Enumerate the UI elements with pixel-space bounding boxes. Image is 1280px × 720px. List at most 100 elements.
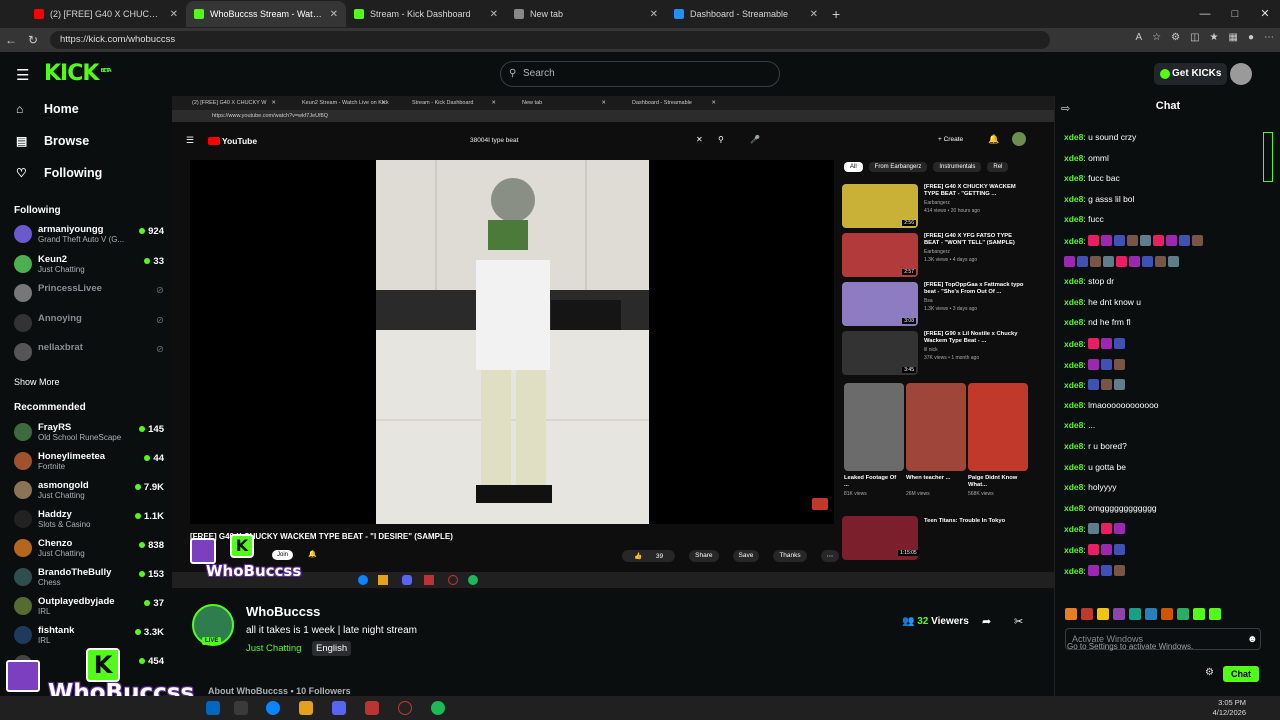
start-icon[interactable]	[206, 701, 220, 715]
browser-tab[interactable]: New tab ✕	[506, 1, 666, 27]
emoji-icon[interactable]: ☻	[1247, 634, 1258, 645]
profile-icon[interactable]: ●	[1248, 32, 1254, 43]
chat-username[interactable]: xde8	[1064, 132, 1083, 142]
chat-username[interactable]: xde8	[1064, 441, 1083, 451]
chat-username[interactable]: xde8	[1064, 503, 1083, 513]
sidebar-channel[interactable]: Haddzy Slots & Casino 1.1K	[14, 508, 164, 532]
browser-tab[interactable]: Dashboard - Streamable ✕	[666, 1, 826, 27]
tab-close-icon[interactable]: ✕	[324, 9, 338, 20]
chat-username[interactable]: xde8	[1064, 420, 1083, 430]
split-screen-icon[interactable]: ◫	[1190, 32, 1199, 43]
sidebar-channel[interactable]: FrayRS Old School RuneScape 145	[14, 421, 164, 445]
minimize-button[interactable]: —	[1190, 0, 1220, 28]
sidebar-channel[interactable]: Annoying ⊘	[14, 312, 164, 336]
emote-picker-icon[interactable]	[1145, 608, 1157, 620]
emote-picker-icon[interactable]	[1081, 608, 1093, 620]
tab-close-icon[interactable]: ✕	[644, 9, 658, 20]
new-tab-button[interactable]: +	[832, 6, 840, 22]
menu-icon[interactable]: ☰	[16, 66, 29, 84]
chat-username[interactable]: xde8	[1064, 339, 1083, 349]
chat-username[interactable]: xde8	[1064, 173, 1083, 183]
sidebar-channel[interactable]: asmongold Just Chatting 7.9K	[14, 479, 164, 503]
channel-name[interactable]: WhoBuccss	[246, 604, 320, 619]
chat-username[interactable]: xde8	[1064, 524, 1083, 534]
chat-username[interactable]: xde8	[1064, 317, 1083, 327]
sidebar-channel[interactable]: Keun2 Just Chatting 33	[14, 253, 164, 277]
emote-picker-icon[interactable]	[1193, 608, 1205, 620]
channel-viewers: 838	[139, 540, 164, 551]
chat-username[interactable]: xde8	[1064, 566, 1083, 576]
chat-username[interactable]: xde8	[1064, 482, 1083, 492]
tab-close-icon[interactable]: ✕	[484, 9, 498, 20]
browser-tab[interactable]: (2) [FREE] G40 X CHUCKY WACKE✕	[26, 1, 186, 27]
share-icon[interactable]: ➦	[982, 615, 991, 628]
stream-player[interactable]: (2) [FREE] G40 X CHUCKY W ✕ Keun2 Stream -…	[172, 96, 1054, 592]
chat-username[interactable]: xde8	[1064, 236, 1083, 246]
channel-viewers: 44	[144, 453, 164, 464]
browser-tab[interactable]: WhoBuccss Stream - Watch Li ✕	[186, 1, 346, 27]
nav-home[interactable]: ⌂ Home	[16, 102, 79, 116]
tab-favicon-icon	[354, 9, 364, 19]
favorites-icon[interactable]: ★	[1210, 32, 1219, 43]
chat-username[interactable]: xde8	[1064, 360, 1083, 370]
chat-username[interactable]: xde8	[1064, 545, 1083, 555]
sidebar-channel[interactable]: fishtank IRL 3.3K	[14, 624, 164, 648]
stream-language-tag[interactable]: English	[312, 641, 352, 656]
tab-close-icon[interactable]: ✕	[164, 9, 178, 20]
task-view-icon[interactable]	[234, 701, 248, 715]
emote-picker-icon[interactable]	[1097, 608, 1109, 620]
emote-picker-icon[interactable]	[1065, 608, 1077, 620]
read-aloud-icon[interactable]: A	[1135, 32, 1142, 43]
sidebar-channel[interactable]: Honeylimeetea Fortnite 44	[14, 450, 164, 474]
system-clock[interactable]: 3:05 PM 4/12/2026	[1213, 698, 1246, 718]
search-input[interactable]: ⚲ Search	[500, 61, 780, 87]
chat-username[interactable]: xde8	[1064, 194, 1083, 204]
sidebar-channel[interactable]: Chenzo Just Chatting 838	[14, 537, 164, 561]
emote-picker-icon[interactable]	[1113, 608, 1125, 620]
more-icon[interactable]: ⋯	[1264, 32, 1274, 43]
kick-logo[interactable]: KICK BETA	[44, 61, 112, 86]
clip-icon[interactable]: ✂	[1014, 615, 1023, 628]
edge-icon[interactable]	[266, 701, 280, 715]
chat-username[interactable]: xde8	[1064, 153, 1083, 163]
chat-username[interactable]: xde8	[1064, 297, 1083, 307]
stream-category[interactable]: Just Chatting	[246, 643, 301, 654]
sidebar-channel[interactable]: armaniyoungg Grand Theft Auto V (G... 924	[14, 223, 164, 247]
back-button[interactable]: ←	[0, 33, 22, 47]
sidebar-channel[interactable]: BrandoTheBully Chess 153	[14, 566, 164, 590]
emote-picker-icon[interactable]	[1161, 608, 1173, 620]
chat-username[interactable]: xde8	[1064, 462, 1083, 472]
user-avatar[interactable]	[1230, 63, 1252, 85]
spotify-icon[interactable]	[431, 701, 445, 715]
obs-icon[interactable]	[398, 701, 412, 715]
recommended-header: Recommended	[14, 402, 86, 413]
chat-username[interactable]: xde8	[1064, 276, 1083, 286]
get-kicks-button[interactable]: Get KICKs	[1154, 63, 1228, 85]
sidebar-channel[interactable]: PrincessLivee ⊘	[14, 282, 164, 306]
close-window-button[interactable]: ✕	[1250, 0, 1280, 28]
sidebar-channel[interactable]: Outplayedbyjade IRL 37	[14, 595, 164, 619]
chat-send-button[interactable]: Chat	[1223, 666, 1259, 682]
chat-username[interactable]: xde8	[1064, 400, 1083, 410]
chat-settings-icon[interactable]: ⚙	[1205, 667, 1214, 678]
chat-username[interactable]: xde8	[1064, 380, 1083, 390]
favorite-star-icon[interactable]: ☆	[1152, 32, 1161, 43]
sidebar-channel[interactable]: nellaxbrat ⊘	[14, 341, 164, 365]
emote-picker-icon[interactable]	[1129, 608, 1141, 620]
discord-icon[interactable]	[332, 701, 346, 715]
reload-button[interactable]: ↻	[22, 33, 44, 47]
app-icon[interactable]	[365, 701, 379, 715]
maximize-button[interactable]: □	[1220, 0, 1250, 28]
nav-browse[interactable]: ▤ Browse	[16, 134, 89, 148]
emote-picker-icon[interactable]	[1177, 608, 1189, 620]
show-more-link[interactable]: Show More	[14, 377, 60, 387]
nav-following[interactable]: ♡ Following	[16, 166, 102, 180]
browser-tab[interactable]: Stream - Kick Dashboard ✕	[346, 1, 506, 27]
file-explorer-icon[interactable]	[299, 701, 313, 715]
collections-icon[interactable]: ▦	[1229, 32, 1238, 43]
extensions-icon[interactable]: ⚙	[1171, 32, 1180, 43]
url-field[interactable]: https://kick.com/whobuccss	[50, 31, 1050, 49]
chat-username[interactable]: xde8	[1064, 214, 1083, 224]
emote-picker-icon[interactable]	[1209, 608, 1221, 620]
tab-close-icon[interactable]: ✕	[804, 9, 818, 20]
